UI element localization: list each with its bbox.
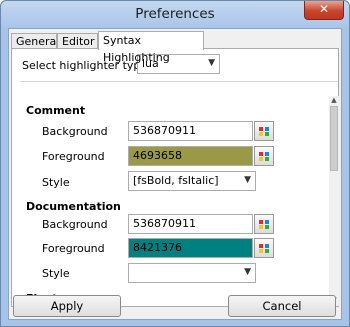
title-bar: Preferences ✕ <box>1 1 349 28</box>
apply-button[interactable]: Apply <box>13 295 121 317</box>
documentation-background-color-button[interactable] <box>254 214 274 234</box>
close-button[interactable]: ✕ <box>304 1 344 20</box>
documentation-background-field[interactable]: 536870911 <box>128 214 253 234</box>
comment-background-color-button[interactable] <box>254 121 274 141</box>
syntax-highlighting-page: Select highlighter type lua ▼ Comment Ba… <box>11 48 339 307</box>
scroll-thumb[interactable] <box>330 106 338 171</box>
comment-foreground-label: Foreground <box>42 150 105 163</box>
comment-style-label: Style <box>42 176 70 189</box>
documentation-background-label: Background <box>42 218 108 231</box>
documentation-foreground-label: Foreground <box>42 242 105 255</box>
comment-foreground-field[interactable]: 4693658 <box>128 146 253 166</box>
comment-style-select[interactable]: [fsBold, fsItalic] ▼ <box>128 171 256 191</box>
preferences-window: Preferences ✕ General Editor Syntax High… <box>0 0 350 327</box>
scroll-up-icon[interactable]: ▲ <box>329 96 339 106</box>
section-title-comment: Comment <box>26 104 86 117</box>
documentation-style-select[interactable]: ▼ <box>128 263 256 283</box>
comment-foreground-color-button[interactable] <box>254 146 274 166</box>
section-title-documentation: Documentation <box>26 200 121 213</box>
vertical-scrollbar[interactable]: ▲ ▼ <box>329 96 339 306</box>
comment-background-field[interactable]: 536870911 <box>128 121 253 141</box>
documentation-foreground-color-button[interactable] <box>254 238 274 258</box>
settings-scroll-panel: Comment Background 536870911 Foreground … <box>20 81 338 306</box>
tab-syntax-highlighting[interactable]: Syntax Highlighting <box>98 31 204 64</box>
chevron-down-icon: ▼ <box>244 175 251 185</box>
chevron-down-icon: ▼ <box>208 58 215 68</box>
documentation-foreground-field[interactable]: 8421376 <box>128 238 253 258</box>
cancel-button[interactable]: Cancel <box>228 295 336 317</box>
chevron-down-icon: ▼ <box>244 267 251 277</box>
comment-style-value: [fsBold, fsItalic] <box>133 174 219 187</box>
documentation-style-label: Style <box>42 267 70 280</box>
comment-background-label: Background <box>42 125 108 138</box>
window-title: Preferences <box>135 6 215 22</box>
close-icon: ✕ <box>318 2 330 16</box>
dialog-client: General Editor Syntax Highlighting Selec… <box>8 28 342 320</box>
